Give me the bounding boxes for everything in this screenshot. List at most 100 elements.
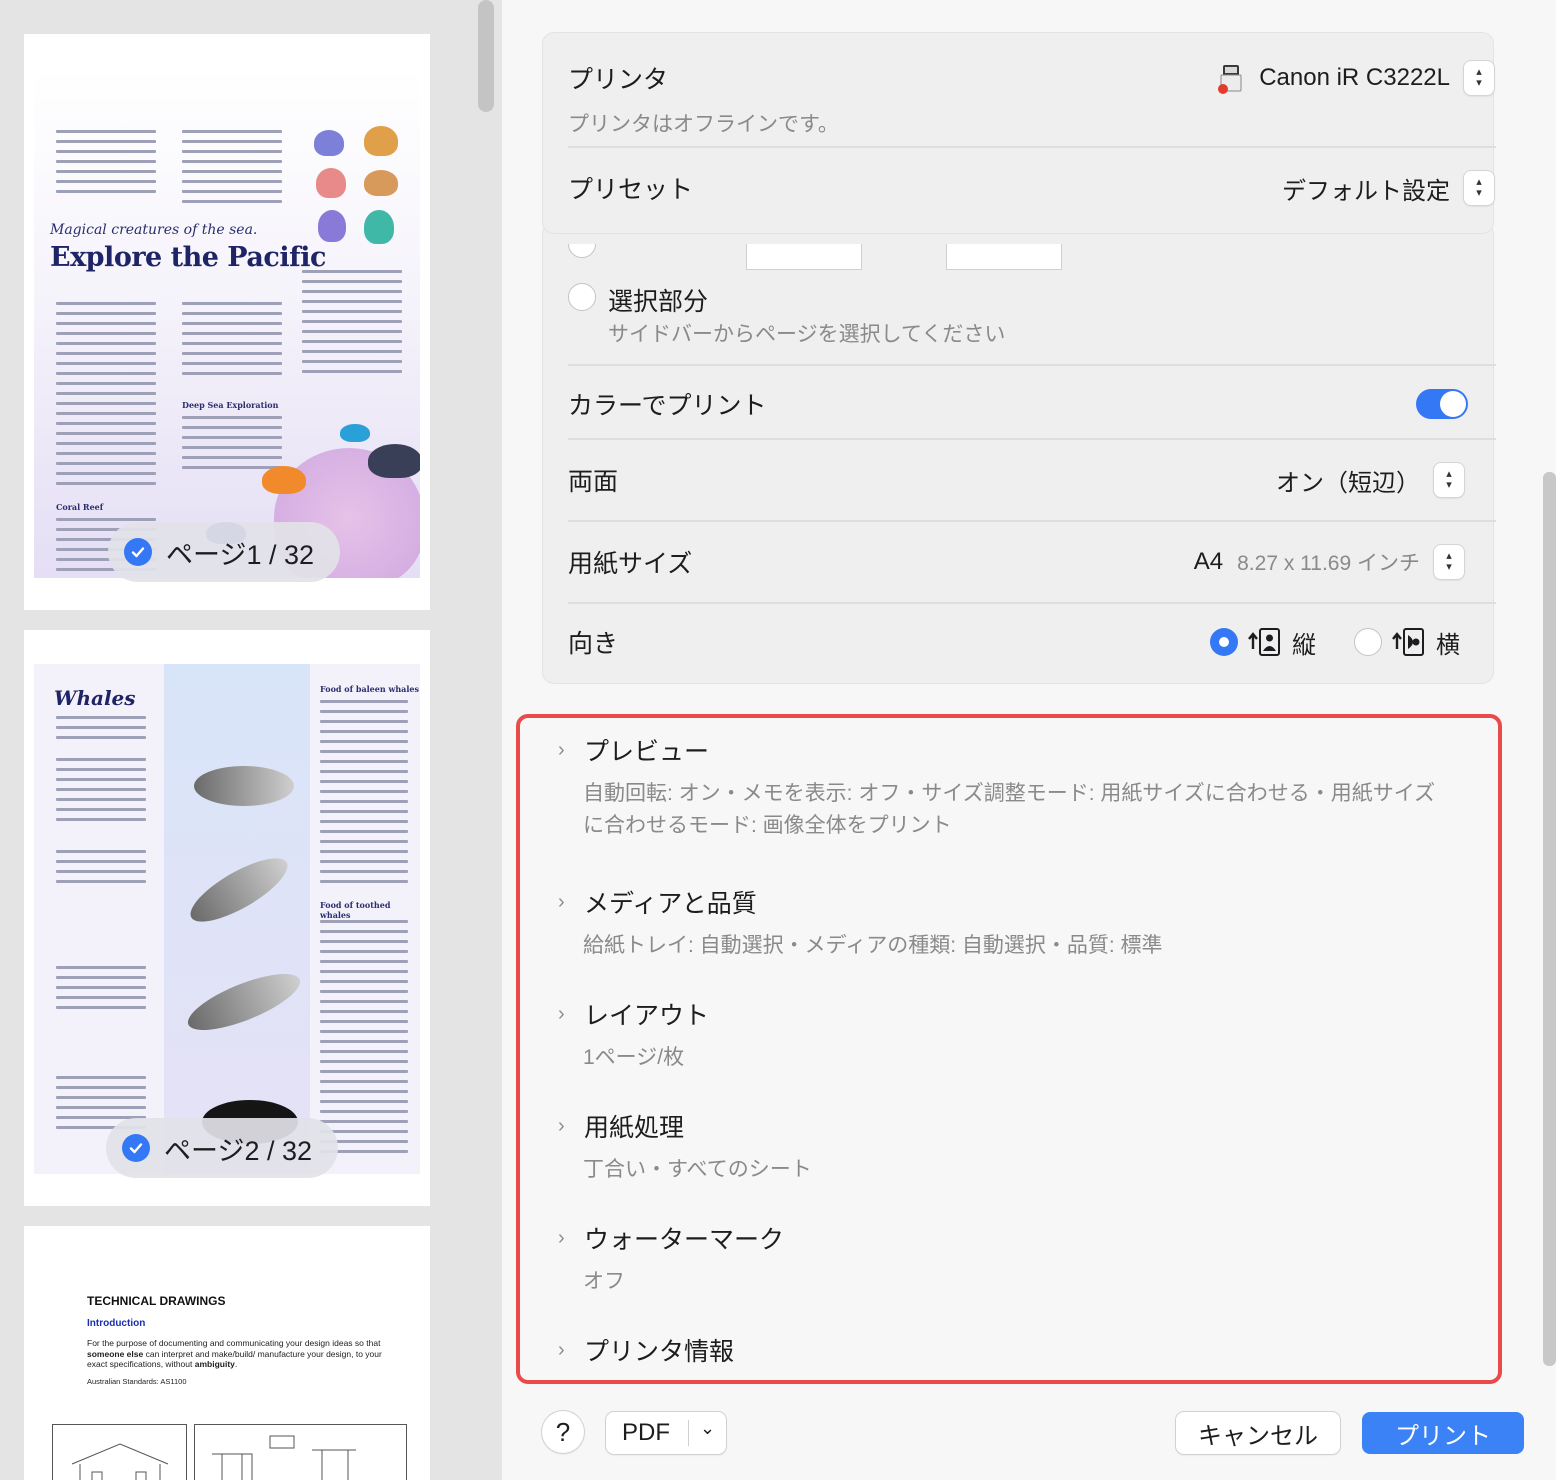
page-thumbnail-sidebar[interactable]: Magical creatures of the sea. Explore th…: [0, 0, 500, 1480]
printer-row: プリンタ Canon iR C3222L ▴ ▾: [568, 56, 1496, 100]
paper-size-value: A4: [1193, 548, 1224, 575]
duplex-select[interactable]: オン（短辺） ▴ ▾: [1276, 463, 1464, 498]
page-thumbnail-3[interactable]: TECHNICAL DRAWINGS Introduction For the …: [24, 1226, 430, 1480]
page-thumbnail-1[interactable]: Magical creatures of the sea. Explore th…: [24, 34, 430, 610]
text-block: [56, 850, 146, 890]
fish-illustration: [340, 424, 370, 442]
chevron-right-icon[interactable]: ›: [558, 739, 572, 762]
printer-status: プリンタはオフラインです。: [568, 113, 839, 136]
text-block: [320, 920, 408, 1160]
print-button[interactable]: プリント: [1362, 1412, 1524, 1454]
page-3-standard: Australian Standards: AS1100: [87, 1377, 187, 1386]
coral-illustration: [314, 130, 344, 156]
range-from-radio[interactable]: [568, 244, 596, 258]
chevron-right-icon[interactable]: ›: [558, 1003, 572, 1026]
text-block: [182, 130, 282, 210]
text-block: [56, 302, 156, 492]
page-1-badge[interactable]: ページ1 / 32: [108, 522, 341, 582]
page-1-title: Explore the Pacific: [50, 242, 326, 273]
section-description: 丁合い・すべてのシート: [583, 1158, 812, 1181]
landscape-label: 横: [1436, 631, 1460, 659]
page-thumbnail-2[interactable]: Whales Food of baleen whales Food of too…: [24, 630, 430, 1206]
page-3-intro: Introduction: [87, 1318, 146, 1329]
preset-stepper-icon[interactable]: ▴ ▾: [1464, 171, 1494, 205]
page-2-badge-label: ページ2 / 32: [164, 1135, 313, 1166]
section-description: オフ: [583, 1270, 625, 1293]
main-scrollbar[interactable]: [1543, 472, 1556, 1366]
chevron-right-icon[interactable]: ›: [558, 1115, 572, 1138]
section-title: 用紙処理: [584, 1114, 685, 1142]
section-description: 給紙トレイ: 自動選択・メディアの種類: 自動選択・品質: 標準: [583, 934, 1163, 957]
help-button[interactable]: ?: [542, 1411, 584, 1453]
coral-illustration: [364, 126, 398, 156]
coral-illustration: [364, 210, 394, 244]
text-block: [182, 302, 282, 382]
printer-stepper-icon[interactable]: ▴ ▾: [1464, 61, 1494, 95]
section-description: 自動回転: オン・メモを表示: オフ・サイズ調整モード: 用紙サイズに合わせる・…: [583, 782, 1436, 837]
text-block: [56, 716, 146, 746]
landscape-radio[interactable]: [1354, 628, 1382, 656]
orientation-label: 向き: [568, 630, 619, 658]
text-block: [56, 758, 146, 828]
section-preview[interactable]: › プレビュー 自動回転: オン・メモを表示: オフ・サイズ調整モード: 用紙サイ…: [558, 732, 1458, 842]
section-title: プリンタ情報: [584, 1338, 735, 1366]
page-3-body: For the purpose of documenting and commu…: [87, 1338, 382, 1369]
text-block: [56, 130, 156, 200]
section-title: レイアウト: [584, 1002, 710, 1030]
printer-select[interactable]: Canon iR C3222L ▴ ▾: [1215, 61, 1494, 95]
page-1-heading: Deep Sea Exploration: [182, 400, 279, 410]
section-media-quality[interactable]: › メディアと品質 給紙トレイ: 自動選択・メディアの種類: 自動選択・品質: 標…: [558, 884, 1458, 962]
range-end-input[interactable]: [946, 244, 1062, 270]
section-paper-handling[interactable]: › 用紙処理 丁合い・すべてのシート: [558, 1108, 1458, 1186]
range-start-input[interactable]: [746, 244, 862, 270]
duplex-value: オン（短辺）: [1276, 469, 1420, 497]
text-block: [302, 270, 402, 380]
chevron-right-icon[interactable]: ›: [558, 1339, 572, 1362]
paper-size-select[interactable]: A4 8.27 x 11.69 インチ ▴ ▾: [1194, 545, 1464, 579]
cancel-button[interactable]: キャンセル: [1176, 1412, 1340, 1454]
technical-drawing: [52, 1424, 407, 1480]
chevron-right-icon[interactable]: ›: [558, 891, 572, 914]
duplex-label: 両面: [568, 468, 619, 496]
pdf-label: PDF: [622, 1419, 670, 1446]
text-block: [182, 416, 282, 476]
page-range-row: [568, 244, 1068, 270]
color-label: カラーでプリント: [568, 392, 767, 420]
pdf-menu-button[interactable]: PDF ⌄: [606, 1412, 726, 1454]
section-watermark[interactable]: › ウォーターマーク オフ: [558, 1220, 1458, 1298]
paper-size-dimensions: 8.27 x 11.69 インチ: [1237, 552, 1420, 575]
paper-size-row: 用紙サイズ A4 8.27 x 11.69 インチ ▴ ▾: [568, 540, 1496, 584]
page-2-heading: Food of toothed whales: [320, 900, 391, 920]
orientation-row: 向き 縦 横: [568, 620, 1496, 664]
portrait-orientation-icon: [1248, 628, 1280, 656]
checkmark-icon[interactable]: [124, 538, 152, 566]
paper-size-label: 用紙サイズ: [568, 550, 693, 578]
coral-illustration: [316, 168, 346, 198]
portrait-label: 縦: [1292, 631, 1316, 659]
checkmark-icon[interactable]: [122, 1134, 150, 1162]
chevron-right-icon[interactable]: ›: [558, 1227, 572, 1250]
section-title: プレビュー: [584, 738, 710, 766]
color-toggle[interactable]: [1416, 389, 1468, 419]
portrait-radio[interactable]: [1210, 628, 1238, 656]
chevron-down-icon[interactable]: ⌄: [700, 1418, 715, 1439]
page-2-badge[interactable]: ページ2 / 32: [106, 1118, 339, 1178]
section-printer-info[interactable]: › プリンタ情報: [558, 1332, 1458, 1368]
page-2-content: Whales Food of baleen whales Food of too…: [34, 664, 420, 1174]
preset-select[interactable]: デフォルト設定 ▴ ▾: [1282, 171, 1494, 206]
page-3-heading: TECHNICAL DRAWINGS: [87, 1294, 226, 1308]
section-layout[interactable]: › レイアウト 1ページ/枚: [558, 996, 1458, 1074]
preset-label: プリセット: [568, 176, 694, 204]
fish-illustration: [368, 444, 420, 478]
selection-radio[interactable]: [568, 283, 596, 311]
paper-size-stepper-icon[interactable]: ▴ ▾: [1434, 545, 1464, 579]
selection-label: 選択部分: [608, 288, 709, 316]
text-block: [56, 966, 146, 1016]
page-1-heading: Coral Reef: [56, 502, 104, 512]
duplex-stepper-icon[interactable]: ▴ ▾: [1434, 463, 1464, 497]
section-description: 1ページ/枚: [583, 1046, 685, 1069]
text-block: [320, 700, 408, 890]
coral-illustration: [318, 210, 346, 242]
sidebar-scrollbar[interactable]: [478, 0, 494, 112]
page-1-content: Magical creatures of the sea. Explore th…: [34, 68, 420, 578]
